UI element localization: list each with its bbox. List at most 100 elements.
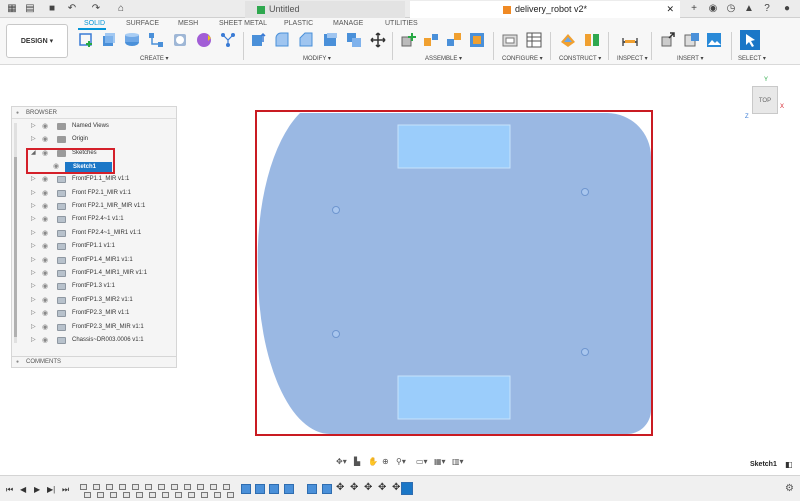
pattern-icon[interactable]: [220, 32, 236, 48]
timeline-feature[interactable]: [119, 484, 126, 490]
sketch-canvas[interactable]: [255, 110, 653, 436]
visibility-eye-icon[interactable]: ◉: [42, 187, 48, 200]
timeline-feature[interactable]: [84, 492, 91, 498]
insert-mesh-icon[interactable]: [684, 32, 700, 48]
timeline-feature[interactable]: [149, 492, 156, 498]
expand-right-icon[interactable]: ▷: [31, 254, 36, 267]
visibility-eye-icon[interactable]: ◉: [42, 254, 48, 267]
select-icon[interactable]: [740, 30, 760, 50]
assemble-group-label[interactable]: ASSEMBLE ▾: [425, 55, 462, 62]
visibility-eye-icon[interactable]: ◉: [42, 321, 48, 334]
extensions-icon[interactable]: ◉: [707, 3, 719, 15]
visibility-eye-icon[interactable]: ◉: [42, 267, 48, 280]
timeline-feature[interactable]: [210, 484, 217, 490]
visibility-eye-icon[interactable]: ◉: [42, 240, 48, 253]
timeline-feature[interactable]: [188, 492, 195, 498]
browser-item[interactable]: ▷ ◉ FrontFP1.1_MIR v1:1: [11, 173, 176, 186]
home-icon[interactable]: ⌂: [115, 3, 127, 15]
view-cube[interactable]: TOP: [752, 86, 778, 114]
expand-right-icon[interactable]: ▷: [31, 200, 36, 213]
move-copy-icon[interactable]: [370, 32, 386, 48]
browser-item[interactable]: ▷ ◉ Origin: [11, 133, 176, 146]
expand-right-icon[interactable]: ▷: [31, 173, 36, 186]
timeline-feature[interactable]: [106, 484, 113, 490]
insert-derive-icon[interactable]: [660, 32, 676, 48]
expand-right-icon[interactable]: ▷: [31, 294, 36, 307]
notifications-icon[interactable]: ▲: [743, 3, 755, 15]
workspace-switcher-button[interactable]: DESIGN ▾: [6, 24, 68, 58]
timeline-feature[interactable]: [214, 492, 221, 498]
sketch-hole[interactable]: [332, 330, 340, 338]
new-component-icon[interactable]: [400, 32, 416, 48]
timeline-feature[interactable]: [80, 484, 87, 490]
timeline-play-icon[interactable]: ▶: [34, 485, 40, 494]
tab-solid[interactable]: SOLID: [84, 20, 105, 27]
tab-mesh[interactable]: MESH: [178, 20, 198, 27]
orbit-icon[interactable]: ✥▾: [336, 457, 347, 466]
insert-canvas-icon[interactable]: [706, 32, 722, 48]
timeline-move-feature-icon[interactable]: ✥: [364, 482, 372, 493]
expand-right-icon[interactable]: ▷: [31, 213, 36, 226]
new-tab-icon[interactable]: +: [688, 3, 700, 15]
create-sketch-icon[interactable]: [78, 32, 94, 48]
extrude-icon[interactable]: [100, 32, 116, 48]
zoom-icon[interactable]: ⊕: [382, 457, 389, 466]
undo-icon[interactable]: ↶: [66, 3, 78, 15]
timeline-feature[interactable]: [197, 484, 204, 490]
timeline-body-feature[interactable]: [255, 484, 265, 494]
timeline-body-feature[interactable]: [269, 484, 279, 494]
tab-utilities[interactable]: UTILITIES: [385, 20, 418, 27]
help-icon[interactable]: ?: [761, 3, 773, 15]
visibility-eye-icon[interactable]: ◉: [42, 200, 48, 213]
inspect-group-label[interactable]: INSPECT ▾: [617, 55, 648, 62]
file-menu-icon[interactable]: ▤: [24, 3, 36, 15]
sketch-hole[interactable]: [581, 188, 589, 196]
display-settings-icon[interactable]: ▭▾: [416, 457, 428, 466]
timeline-feature[interactable]: [93, 484, 100, 490]
look-at-icon[interactable]: ▙: [354, 457, 360, 466]
form-icon[interactable]: [196, 32, 212, 48]
timeline-move-feature-icon[interactable]: ✥: [392, 482, 400, 493]
expand-right-icon[interactable]: ▷: [31, 133, 36, 146]
pan-icon[interactable]: ✋: [368, 457, 378, 466]
browser-item[interactable]: ▷ ◉ Chassis~DR003.0006 v1:1: [11, 334, 176, 347]
timeline-first-icon[interactable]: ⏮: [6, 485, 13, 495]
sweep-icon[interactable]: [148, 32, 164, 48]
visibility-eye-icon[interactable]: ◉: [42, 133, 48, 146]
tab-untitled[interactable]: Untitled: [245, 1, 405, 18]
visibility-eye-icon[interactable]: ◉: [42, 227, 48, 240]
timeline-feature[interactable]: [136, 492, 143, 498]
close-tab-icon[interactable]: ✕: [666, 1, 674, 18]
expand-right-icon[interactable]: ▷: [31, 267, 36, 280]
configure-icon[interactable]: [502, 32, 518, 48]
timeline-move-feature-icon[interactable]: ✥: [378, 482, 386, 493]
visibility-eye-icon[interactable]: ◉: [42, 173, 48, 186]
browser-item[interactable]: ▷ ◉ FrontFP1.3 v1:1: [11, 280, 176, 293]
tab-surface[interactable]: SURFACE: [126, 20, 159, 27]
timeline-feature[interactable]: [171, 484, 178, 490]
browser-item[interactable]: ▷ ◉ FrontFP1.4_MIR1_MIR v1:1: [11, 267, 176, 280]
comments-panel[interactable]: COMMENTS: [11, 356, 177, 368]
timeline-settings-gear-icon[interactable]: ⚙: [785, 483, 794, 494]
measure-icon[interactable]: [622, 32, 638, 48]
timeline-feature[interactable]: [227, 492, 234, 498]
tab-sheet-metal[interactable]: SHEET METAL: [219, 20, 267, 27]
joint-origin-icon[interactable]: [469, 32, 485, 48]
expand-right-icon[interactable]: ▷: [31, 334, 36, 347]
redo-icon[interactable]: ↷: [90, 3, 102, 15]
midplane-icon[interactable]: [584, 32, 600, 48]
create-group-label[interactable]: CREATE ▾: [140, 55, 169, 62]
sketch-cutout-top[interactable]: [397, 124, 511, 169]
browser-item[interactable]: ▷ ◉ FrontFP2.3_MIR v1:1: [11, 307, 176, 320]
expand-right-icon[interactable]: ▷: [31, 120, 36, 133]
timeline-body-feature[interactable]: [241, 484, 251, 494]
job-status-icon[interactable]: ◷: [725, 3, 737, 15]
visibility-eye-icon[interactable]: ◉: [42, 213, 48, 226]
timeline-feature[interactable]: [110, 492, 117, 498]
avatar[interactable]: ●: [781, 3, 793, 15]
timeline-feature[interactable]: [132, 484, 139, 490]
tab-plastic[interactable]: PLASTIC: [284, 20, 313, 27]
save-icon[interactable]: ■: [46, 3, 58, 15]
sketch-visibility-eye-icon[interactable]: ◉: [53, 162, 59, 170]
zoom-window-icon[interactable]: ⚲▾: [396, 457, 406, 466]
